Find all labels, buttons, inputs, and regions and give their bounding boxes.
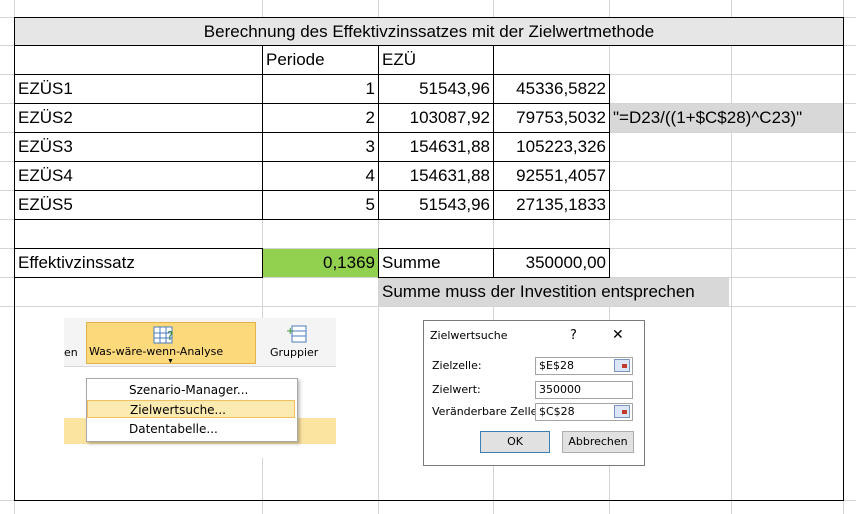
row-label[interactable]: EZÜS2 — [14, 103, 263, 133]
row-ezu[interactable]: 154631,88 — [378, 132, 494, 162]
svg-text:+: + — [286, 326, 294, 337]
target-value-label: Zielwert: — [432, 383, 481, 396]
investment-note[interactable]: Summe muss der Investition entsprechen — [379, 278, 729, 306]
what-if-menu: Szenario-Manager... Zielwertsuche... Dat… — [86, 378, 298, 442]
row-periode[interactable]: 2 — [262, 103, 379, 133]
dialog-titlebar: Zielwertsuche ? ✕ — [424, 321, 644, 351]
row-barwert[interactable]: 92551,4057 — [493, 161, 610, 191]
chevron-down-icon: ▼ — [167, 358, 174, 365]
help-icon[interactable]: ? — [570, 328, 577, 343]
row-label[interactable]: EZÜS1 — [14, 74, 263, 104]
close-icon[interactable]: ✕ — [612, 327, 624, 343]
what-if-icon: ? — [153, 326, 173, 344]
effektivzins-value[interactable]: 0,1369 — [263, 249, 378, 277]
row-barwert[interactable]: 45336,5822 — [493, 74, 610, 104]
sheet-title: Berechnung des Effektivzinssatzes mit de… — [14, 17, 844, 46]
header-periode[interactable]: Periode — [262, 45, 379, 75]
row-periode[interactable]: 5 — [262, 190, 379, 220]
ok-button[interactable]: OK — [480, 431, 550, 453]
target-value-field[interactable]: 350000 — [535, 381, 633, 399]
row-label[interactable]: EZÜS4 — [14, 161, 263, 191]
ribbon-screenshot: en ? Was-wäre-wenn-Analyse ▼ + Gruppier … — [64, 318, 336, 458]
header-ezu[interactable]: EZÜ — [378, 45, 494, 75]
row-label[interactable]: EZÜS3 — [14, 132, 263, 162]
group-icon: + — [286, 325, 307, 343]
menu-item-data-table[interactable]: Datentabelle... — [87, 420, 295, 438]
row-barwert[interactable]: 105223,326 — [493, 132, 610, 162]
changing-cell-label: Veränderbare Zelle: — [432, 405, 542, 418]
cancel-button[interactable]: Abbrechen — [562, 431, 634, 453]
row-ezu[interactable]: 154631,88 — [378, 161, 494, 191]
row-barwert[interactable]: 27135,1833 — [493, 190, 610, 220]
target-cell-label: Zielzelle: — [432, 359, 482, 372]
range-picker-icon[interactable] — [614, 405, 630, 418]
ribbon-left-fragment: en — [64, 346, 78, 359]
row-periode[interactable]: 3 — [262, 132, 379, 162]
summe-value[interactable]: 350000,00 — [493, 248, 610, 278]
row-barwert[interactable]: 79753,5032 — [493, 103, 610, 133]
what-if-label: Was-wäre-wenn-Analyse — [89, 345, 224, 358]
dialog-title: Zielwertsuche — [430, 329, 508, 342]
menu-item-scenario-manager[interactable]: Szenario-Manager... — [87, 381, 295, 399]
goal-seek-dialog: Zielwertsuche ? ✕ Zielzelle: $E$28 Zielw… — [423, 320, 645, 466]
effektivzins-label[interactable]: Effektivzinssatz — [14, 248, 263, 278]
row-ezu[interactable]: 103087,92 — [378, 103, 494, 133]
summe-label[interactable]: Summe — [378, 248, 494, 278]
row-periode[interactable]: 4 — [262, 161, 379, 191]
what-if-analysis-button[interactable]: ? Was-wäre-wenn-Analyse ▼ — [86, 322, 256, 365]
row-periode[interactable]: 1 — [262, 74, 379, 104]
menu-item-goal-seek[interactable]: Zielwertsuche... — [87, 400, 295, 418]
header-empty[interactable] — [14, 45, 263, 75]
row-label[interactable]: EZÜS5 — [14, 190, 263, 220]
row-ezu[interactable]: 51543,96 — [378, 74, 494, 104]
group-label[interactable]: Gruppier — [270, 346, 318, 359]
svg-text:?: ? — [167, 329, 173, 343]
range-picker-icon[interactable] — [614, 359, 630, 372]
formula-note[interactable]: "=D23/((1+$C$28)^C23)" — [610, 104, 843, 132]
row-ezu[interactable]: 51543,96 — [378, 190, 494, 220]
